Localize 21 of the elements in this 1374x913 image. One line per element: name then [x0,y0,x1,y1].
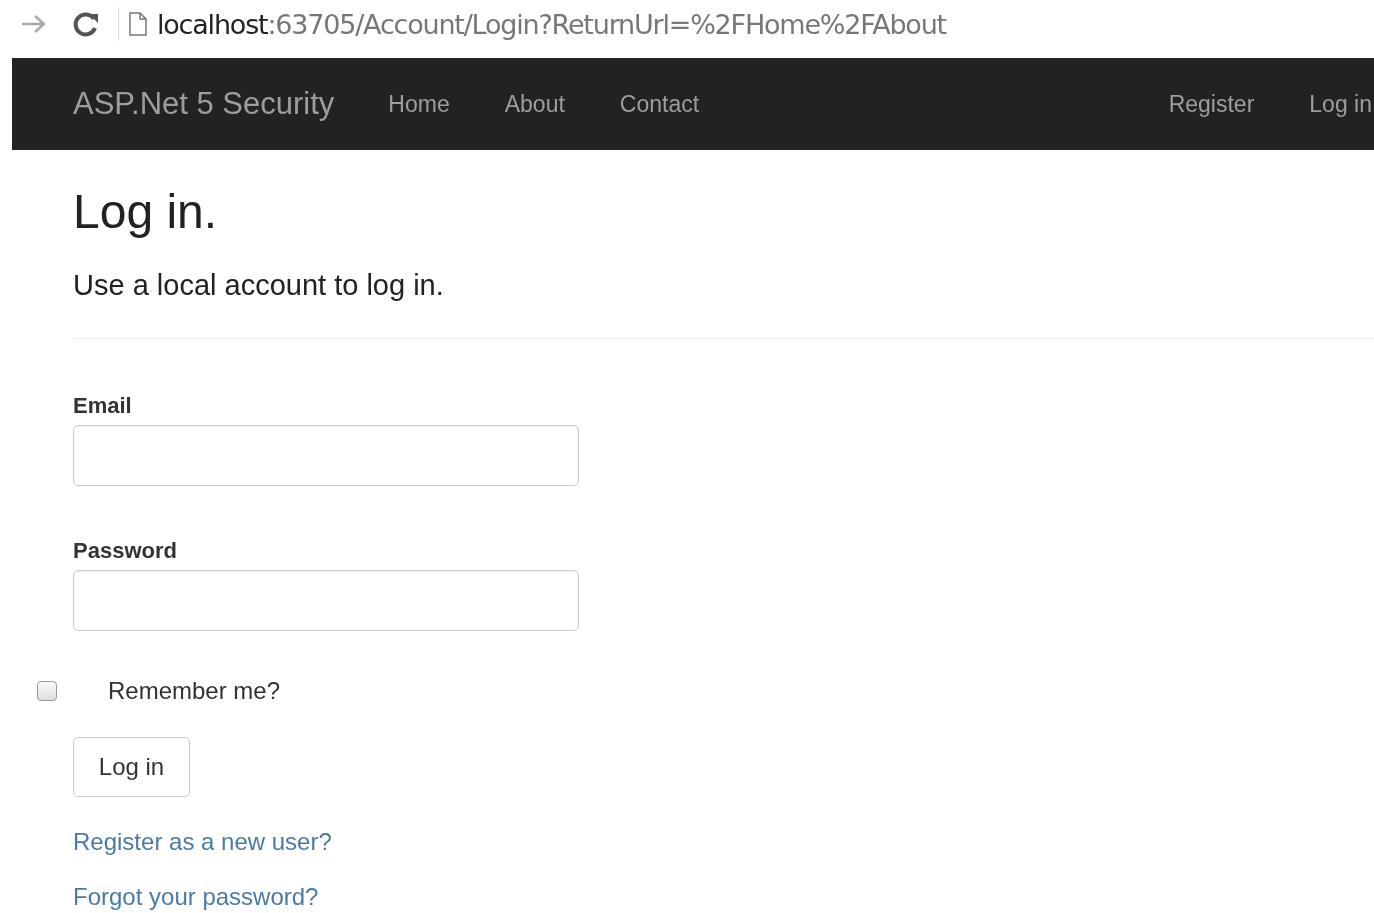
reload-icon[interactable] [72,10,100,38]
input-field[interactable] [73,425,579,486]
address-text[interactable]: localhost:63705/Account/Login?ReturnUrl=%2FHome%2FAbout [157,8,946,40]
nav-link[interactable]: Register [1168,90,1255,118]
checkbox[interactable] [37,681,57,701]
checkbox-label: Remember me? [108,677,281,705]
nav-link[interactable]: Home [388,90,450,118]
nav-link[interactable]: Log in [1309,90,1372,118]
page-icon [129,12,147,36]
login-button[interactable]: Log in [73,737,190,797]
field-label: Password [73,538,178,564]
brand-link[interactable]: ASP.Net 5 Security [73,86,335,122]
text-link[interactable]: Forgot your password? [73,884,1374,910]
page-title: Log in. [73,184,219,239]
forward-icon[interactable] [20,13,48,35]
text-link[interactable]: Register as a new user? [73,829,1374,855]
input-field[interactable] [73,570,579,631]
page-subtitle: Use a local account to log in. [73,269,445,302]
nav-link[interactable]: About [504,90,565,118]
nav-link[interactable]: Contact [619,90,700,118]
field-label: Email [73,393,133,419]
